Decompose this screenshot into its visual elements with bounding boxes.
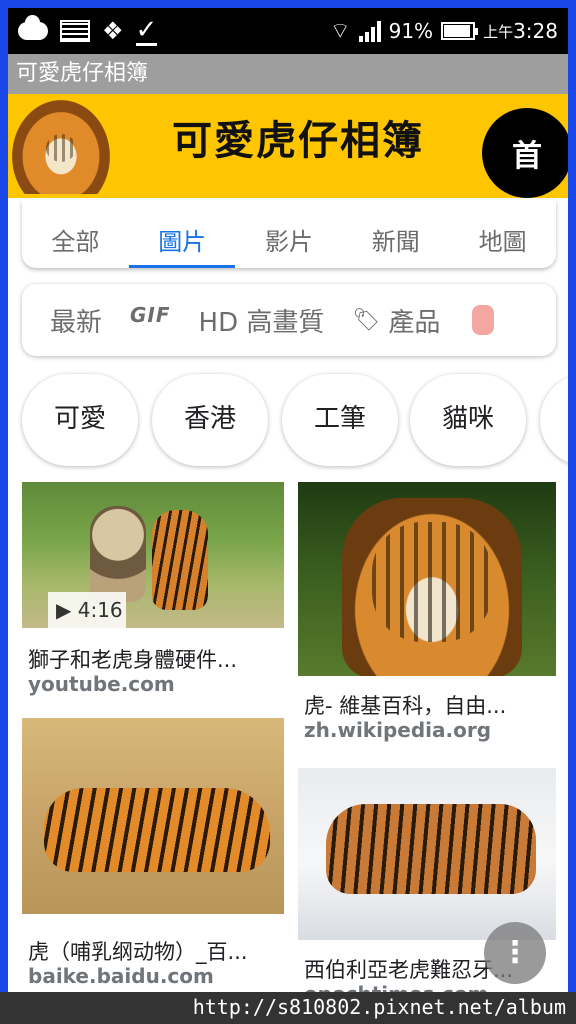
clock: 3:28 (513, 19, 558, 43)
result-source: youtube.com (28, 672, 175, 696)
result-title: 虎（哺乳纲动物）_百... (28, 940, 248, 964)
chip-cute[interactable]: 可愛 (22, 374, 138, 466)
signal-icon (358, 20, 381, 42)
video-duration-badge: ▶ 4:16 (48, 592, 126, 628)
result-title: 獅子和老虎身體硬件... (28, 648, 238, 672)
result-image[interactable] (22, 718, 284, 914)
time-prefix: 上午 (483, 22, 514, 41)
chip-gongbi[interactable]: 工筆 (282, 374, 398, 466)
tab-news[interactable]: 新聞 (343, 200, 449, 268)
header-banner: 可愛虎仔相簿 首 (8, 94, 568, 198)
home-button[interactable]: 首 (482, 108, 568, 198)
filter-latest[interactable]: 最新 (50, 302, 102, 339)
filter-hd[interactable]: HD 高畫質 (199, 302, 325, 339)
tab-maps[interactable]: 地圖 (450, 200, 556, 268)
tab-images[interactable]: 圖片 (129, 200, 236, 268)
filter-products-label: 產品 (388, 307, 441, 338)
result-image[interactable] (298, 768, 556, 940)
banner-title: 可愛虎仔相簿 (172, 118, 424, 164)
result-title: 虎- 維基百科，自由... (304, 694, 507, 718)
suggestion-chips: 可愛 香港 工筆 貓咪 (22, 374, 568, 466)
running-tiger-figure (44, 788, 270, 872)
result-source: zh.wikipedia.org (304, 718, 492, 742)
gallery-icon (60, 20, 90, 42)
checkmark-icon: ✓ (135, 14, 158, 46)
filter-products[interactable]: 🏷 產品 (352, 302, 440, 339)
watermark: http://s810802.pixnet.net/album (0, 992, 576, 1024)
result-source: baike.baidu.com (28, 964, 214, 988)
chip-hongkong[interactable]: 香港 (152, 374, 268, 466)
search-tabs: 全部 圖片 影片 新聞 地圖 (22, 200, 556, 268)
battery-icon (441, 22, 479, 40)
tiger-logo (12, 100, 110, 194)
siberian-tiger-figure (326, 804, 536, 894)
tab-all[interactable]: 全部 (22, 200, 128, 268)
result-image[interactable] (298, 482, 556, 676)
tab-videos[interactable]: 影片 (236, 200, 342, 268)
filter-more-swatch[interactable] (472, 305, 495, 335)
chip-cat[interactable]: 貓咪 (410, 374, 526, 466)
app-title-bar: 可愛虎仔相簿 (8, 54, 568, 94)
tiger-figure (152, 510, 208, 610)
tiger-stripes (372, 522, 492, 642)
more-options-button[interactable]: ⋮ (484, 922, 546, 984)
chip-more[interactable] (540, 374, 568, 466)
lion-figure (90, 506, 146, 602)
result-card[interactable]: 虎- 維基百科，自由... zh.wikipedia.org (298, 482, 556, 752)
battery-percentage: 91% (388, 19, 434, 43)
tag-icon: 🏷 (352, 307, 381, 333)
wifi-icon: ⌔ (329, 19, 351, 44)
filter-gif[interactable]: GIF (130, 303, 171, 327)
app-frame: ❖ ✓ ⌔ 91% 上午 3:28 可愛虎仔相簿 可愛虎仔相簿 首 全部 圖片 … (8, 8, 568, 1016)
filter-bar: 最新 GIF HD 高畫質 🏷 產品 (22, 284, 556, 356)
cloud-icon (18, 15, 48, 40)
dropbox-icon: ❖ (102, 17, 124, 45)
status-bar: ❖ ✓ ⌔ 91% 上午 3:28 (8, 8, 568, 54)
result-card[interactable]: 虎（哺乳纲动物）_百... baike.baidu.com (22, 718, 284, 988)
